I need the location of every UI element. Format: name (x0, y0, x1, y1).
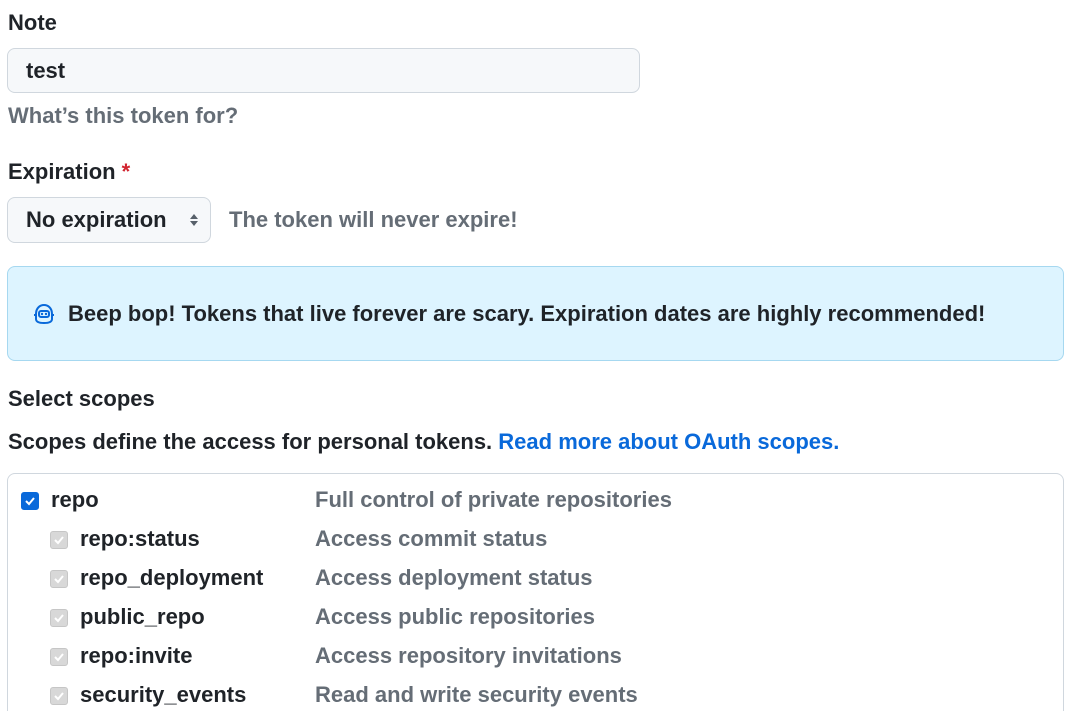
scope-row-repo-status: repo:status Access commit status (8, 525, 1063, 555)
scope-name: repo:status (80, 526, 200, 551)
scope-checkbox-repo-deployment (50, 570, 68, 588)
required-mark: * (121, 159, 131, 184)
scope-description: Access deployment status (315, 565, 593, 590)
scope-checkbox-repo-status (50, 531, 68, 549)
note-label: Note (8, 10, 57, 35)
copilot-robot-icon (32, 301, 58, 327)
new-token-form: Note What’s this token for? Expiration* … (0, 0, 1070, 711)
note-hint: What’s this token for? (8, 103, 239, 128)
scope-description: Full control of private repositories (315, 487, 672, 512)
note-input[interactable] (7, 48, 640, 93)
scope-description: Access public repositories (315, 604, 595, 629)
scope-name: repo (51, 487, 99, 512)
scopes-title: Select scopes (8, 386, 155, 411)
expiration-select[interactable]: No expiration (7, 197, 211, 243)
scope-row-repo-deployment: repo_deployment Access deployment status (8, 564, 1063, 594)
scopes-description: Scopes define the access for personal to… (8, 431, 839, 453)
oauth-scopes-link[interactable]: Read more about OAuth scopes. (498, 429, 839, 454)
scope-checkbox-security-events (50, 687, 68, 705)
expiration-warning-banner: Beep bop! Tokens that live forever are s… (7, 266, 1064, 361)
scopes-description-text: Scopes define the access for personal to… (8, 429, 493, 454)
scope-row-public-repo: public_repo Access public repositories (8, 603, 1063, 633)
scope-checkbox-repo[interactable] (21, 492, 39, 510)
scope-name: public_repo (80, 604, 205, 629)
scope-description: Read and write security events (315, 682, 638, 707)
scope-description: Access commit status (315, 526, 548, 551)
scope-checkbox-repo-invite (50, 648, 68, 666)
scope-row-repo: repo Full control of private repositorie… (8, 486, 1063, 516)
scope-name: security_events (80, 682, 247, 707)
scope-checkbox-public-repo (50, 609, 68, 627)
scope-row-repo-invite: repo:invite Access repository invitation… (8, 642, 1063, 672)
expiration-label: Expiration * (8, 161, 130, 183)
banner-message: Beep bop! Tokens that live forever are s… (68, 300, 986, 326)
expiration-select-value: No expiration (26, 207, 167, 232)
scope-name: repo:invite (80, 643, 193, 668)
scope-name: repo_deployment (80, 565, 264, 590)
scope-row-security-events: security_events Read and write security … (8, 681, 1063, 711)
expiration-label-text: Expiration (8, 159, 116, 184)
scope-description: Access repository invitations (315, 643, 622, 668)
select-caret-icon (188, 212, 200, 228)
scopes-list: repo Full control of private repositorie… (7, 473, 1064, 711)
expiration-hint: The token will never expire! (229, 207, 518, 232)
